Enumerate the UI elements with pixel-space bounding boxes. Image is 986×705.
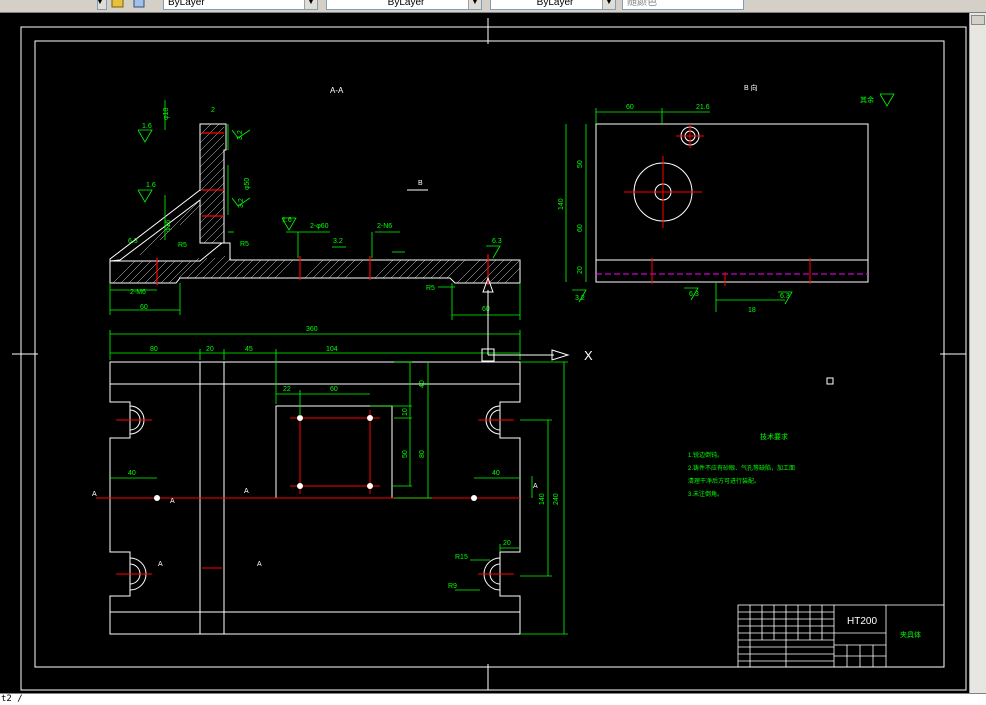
scroll-thumb[interactable] <box>971 15 985 25</box>
bv-dim-60v: 60 <box>577 224 584 232</box>
tech-req-2: 2.铸件不应有砂眼、气孔等缺陷，加工面 <box>688 464 795 472</box>
dim-r15: R15 <box>455 554 468 561</box>
bv-dim-216: 21.6 <box>696 104 710 111</box>
drawing-canvas[interactable]: A-A 2-M6 60 60 R5 R5 R5 6.3 6.3 1.6 1.6 … <box>0 13 969 693</box>
dim-r63b: 6.3 <box>492 238 502 245</box>
dim-2m6: 2-M6 <box>130 289 146 296</box>
vertical-scrollbar[interactable] <box>969 13 986 693</box>
chevron-down-icon[interactable]: ▼ <box>304 0 317 9</box>
dim-10: 10 <box>402 408 409 416</box>
section-aa-title: A-A <box>330 86 344 95</box>
view-b-title: B 向 <box>744 83 758 92</box>
tech-req-3: 3.未注倒角。 <box>688 490 723 498</box>
bv-r63b: 6.3 <box>780 293 790 300</box>
svg-text:A: A <box>257 561 262 568</box>
dim-45: 45 <box>245 346 253 353</box>
properties-toolbar: ▼ ByLayer ▼ ByLayer ▼ ByLayer ▼ 随颜色 <box>0 0 986 13</box>
dim-140: 140 <box>539 493 546 505</box>
section-view-aa: A-A 2-M6 60 60 R5 R5 R5 6.3 6.3 1.6 1.6 … <box>109 86 521 320</box>
dim-phi16: φ16 <box>165 220 172 232</box>
view-b-arrow: B <box>407 180 428 191</box>
technical-requirements: 技术要求 1.锐边倒钝。 2.铸件不应有砂眼、气孔等缺陷，加工面 清理干净后方可… <box>688 432 795 498</box>
dim-r32a: 3.2 <box>333 238 343 245</box>
material-label: HT200 <box>847 616 877 627</box>
dim-60b: 60 <box>482 306 490 313</box>
dim-r16a: 1.6 <box>142 123 152 130</box>
lineweight-combo-value: ByLayer <box>536 0 574 8</box>
linetype-combo[interactable]: ByLayer ▼ <box>326 0 482 10</box>
dim-2phi60: 2-φ60 <box>310 223 329 230</box>
dim-r5b: R5 <box>240 241 249 248</box>
dim-40a: 40 <box>419 380 426 388</box>
view-b: B 向 其余 60 21.6 140 50 60 20 18 3.2 6.3 6… <box>558 83 895 314</box>
dim-phi50: φ50 <box>244 178 251 190</box>
dim-2n6: 2-N6 <box>377 223 392 230</box>
svg-text:A: A <box>92 491 97 498</box>
dim-360: 360 <box>306 326 318 333</box>
layer-state-icon[interactable] <box>111 0 125 10</box>
color-combo-value: ByLayer <box>168 0 205 8</box>
dim-40b: 40 <box>128 470 136 477</box>
svg-text:A: A <box>170 498 175 505</box>
bv-dim-20: 20 <box>577 266 584 274</box>
bv-r63a: 6.3 <box>689 291 699 298</box>
tech-req-2b: 清理干净后方可进行装配。 <box>688 477 760 485</box>
dim-r9: R9 <box>448 583 457 590</box>
bv-dim-60: 60 <box>626 104 634 111</box>
part-name-label: 夹具体 <box>900 630 921 639</box>
command-line-text: t2 / <box>1 694 23 704</box>
dim-104: 104 <box>326 346 338 353</box>
dim-r5a: R5 <box>178 242 187 249</box>
svg-text:A: A <box>244 488 249 495</box>
dim-r5c: R5 <box>426 285 435 292</box>
layer-combo[interactable]: ▼ <box>97 0 107 10</box>
bv-dim-18: 18 <box>748 307 756 314</box>
dim-80: 80 <box>150 346 158 353</box>
lineweight-combo[interactable]: ByLayer ▼ <box>490 0 616 10</box>
dim-60: 60 <box>330 386 338 393</box>
cad-drawing: A-A 2-M6 60 60 R5 R5 R5 6.3 6.3 1.6 1.6 … <box>12 18 967 691</box>
dim-r32c: 3.2 <box>238 198 245 208</box>
command-line[interactable]: t2 / <box>0 693 986 705</box>
plotstyle-combo[interactable]: 随颜色 <box>622 0 744 10</box>
view-b-arrow-label: B <box>418 180 423 187</box>
dim-20b: 20 <box>503 540 511 547</box>
chevron-down-icon[interactable]: ▼ <box>602 0 615 9</box>
svg-text:A: A <box>158 561 163 568</box>
tech-req-1: 1.锐边倒钝。 <box>688 451 723 459</box>
dim-240: 240 <box>553 493 560 505</box>
dim-phi18: φ18 <box>163 108 170 120</box>
dim-80v: 80 <box>419 450 426 458</box>
dim-20: 20 <box>206 346 214 353</box>
dim-d2: 2 <box>211 107 215 114</box>
svg-text:A: A <box>533 483 538 490</box>
chevron-down-icon[interactable]: ▼ <box>468 0 481 9</box>
pickbox-icon <box>826 377 834 385</box>
dim-60a: 60 <box>140 304 148 311</box>
rest-roughness-label: 其余 <box>860 95 874 104</box>
dim-r63a: 6.3 <box>128 238 138 245</box>
sheet-inner-border <box>34 40 945 668</box>
ucs-icon: X <box>481 276 593 363</box>
bv-dim-50: 50 <box>577 160 584 168</box>
dim-50: 50 <box>402 450 409 458</box>
dim-r16c: 1.6 <box>282 217 292 224</box>
bv-dim-140: 140 <box>558 198 565 210</box>
ucs-x-label: X <box>584 348 593 363</box>
linetype-combo-value: ByLayer <box>387 0 425 8</box>
tech-req-title: 技术要求 <box>760 432 788 441</box>
dim-r16b: 1.6 <box>146 182 156 189</box>
plotstyle-combo-value: 随颜色 <box>627 0 657 8</box>
bv-r32: 3.2 <box>575 295 585 302</box>
plan-view: 360 80 20 45 104 22 60 40 10 50 80 40 40… <box>92 326 568 635</box>
color-combo[interactable]: ByLayer ▼ <box>163 0 318 10</box>
layer-previous-icon[interactable] <box>132 0 146 10</box>
dim-22: 22 <box>283 386 291 393</box>
dim-r32b: 3.2 <box>237 130 244 140</box>
dim-40c: 40 <box>492 470 500 477</box>
